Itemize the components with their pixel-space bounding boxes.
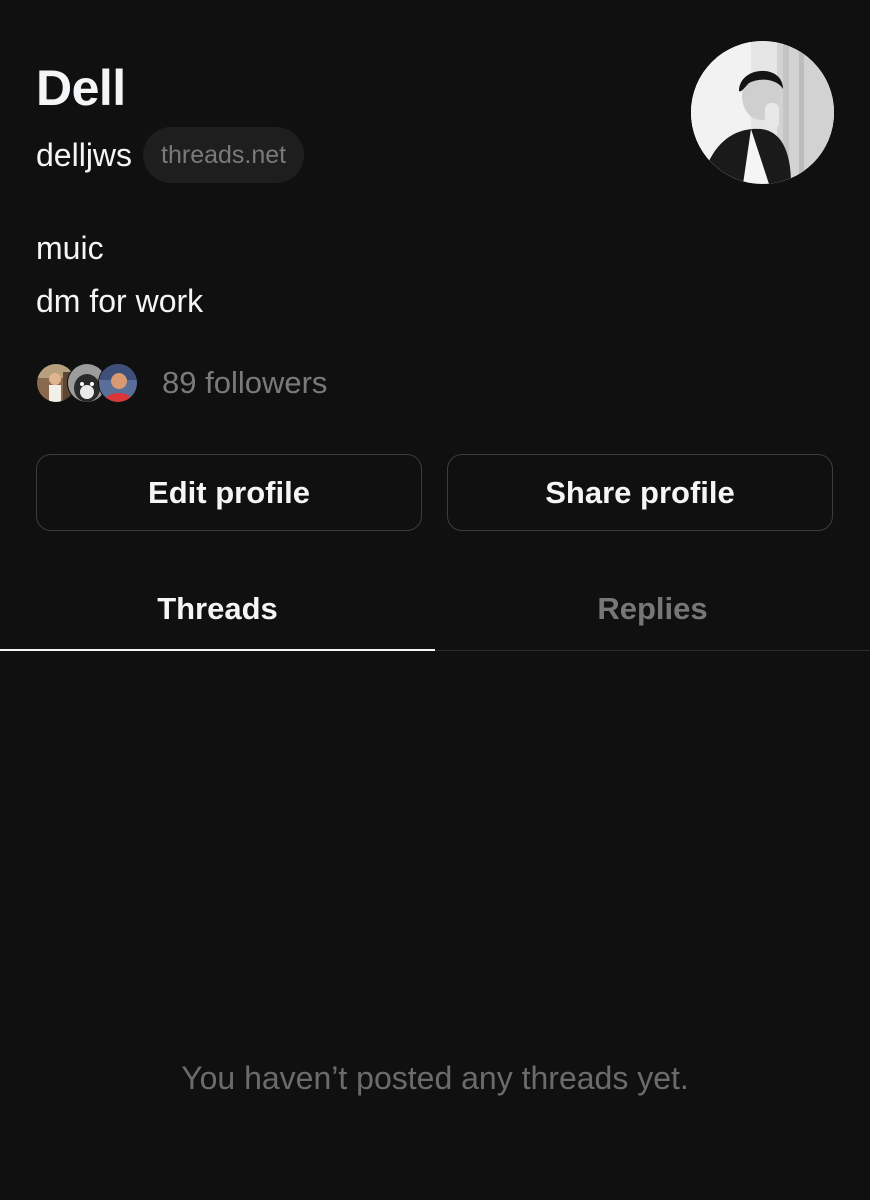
profile-bio: muic dm for work — [36, 222, 203, 328]
tab-replies[interactable]: Replies — [435, 568, 870, 650]
avatar-photo-icon — [691, 41, 834, 184]
threads-domain-badge[interactable]: threads.net — [143, 127, 305, 183]
follower-avatars — [36, 363, 140, 403]
tab-threads[interactable]: Threads — [0, 568, 435, 651]
handle-row: delljws threads.net — [36, 127, 305, 183]
follower-avatar — [98, 363, 138, 403]
share-profile-button[interactable]: Share profile — [447, 454, 833, 531]
followers-count: 89 followers — [162, 365, 328, 400]
profile-avatar[interactable] — [691, 41, 834, 184]
bio-line: muic — [36, 230, 104, 266]
edit-profile-button[interactable]: Edit profile — [36, 454, 422, 531]
profile-handle: delljws — [36, 136, 133, 173]
followers-row[interactable]: 89 followers — [36, 363, 327, 403]
profile-tabs: Threads Replies — [0, 568, 870, 651]
empty-state-message: You haven’t posted any threads yet. — [181, 1060, 689, 1096]
bio-line: dm for work — [36, 283, 204, 319]
profile-name: Dell — [36, 60, 126, 116]
